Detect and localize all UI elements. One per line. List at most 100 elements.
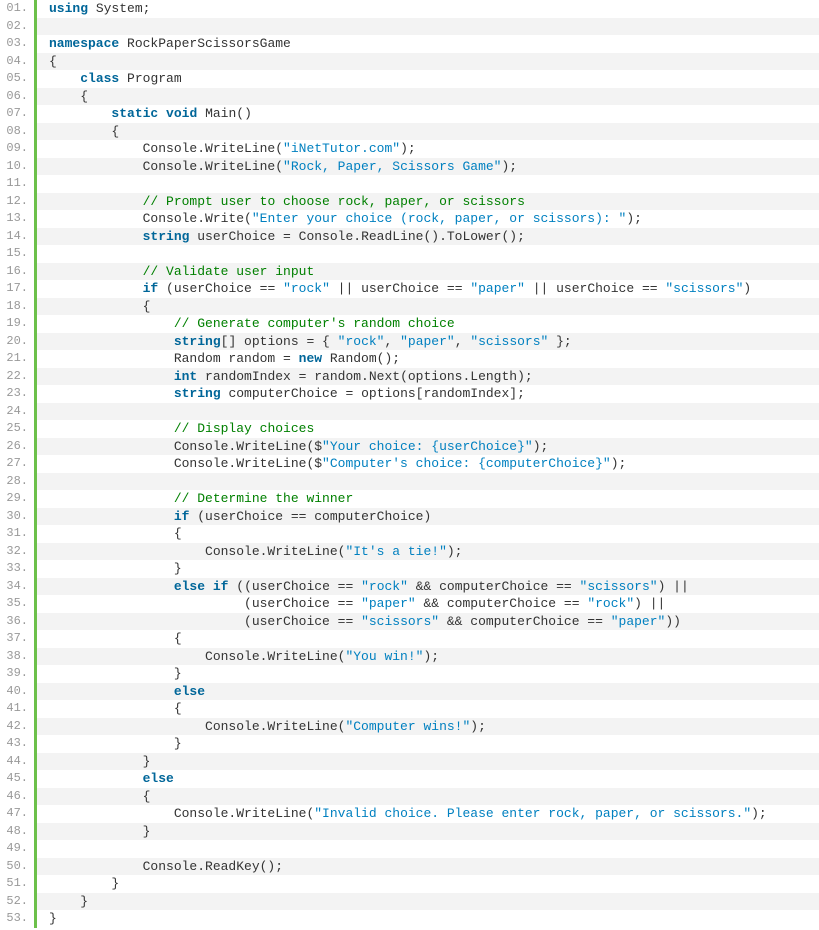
code-line: 18. { [0, 298, 819, 316]
code-content: } [37, 665, 819, 683]
string-token: "scissors" [470, 334, 548, 349]
text-token: randomIndex = random.Next(options.Length… [197, 369, 532, 384]
line-number: 32. [0, 543, 34, 561]
code-line: 21. Random random = new Random(); [0, 350, 819, 368]
text-token: ); [447, 544, 463, 559]
code-line: 44. } [0, 753, 819, 771]
code-content [37, 18, 819, 36]
text-token: (userChoice == computerChoice) [189, 509, 431, 524]
code-line: 36. (userChoice == "scissors" && compute… [0, 613, 819, 631]
text-token [49, 106, 111, 121]
code-content: using System; [37, 0, 819, 18]
code-content: Console.ReadKey(); [37, 858, 819, 876]
line-number: 07. [0, 105, 34, 123]
code-content: } [37, 560, 819, 578]
code-content: { [37, 788, 819, 806]
text-token: Console.WriteLine($ [49, 456, 322, 471]
text-token: ); [400, 141, 416, 156]
line-number: 30. [0, 508, 34, 526]
code-line: 34. else if ((userChoice == "rock" && co… [0, 578, 819, 596]
code-line: 53.} [0, 910, 819, 928]
code-line: 51. } [0, 875, 819, 893]
code-content: { [37, 53, 819, 71]
code-content: else [37, 683, 819, 701]
code-line: 26. Console.WriteLine($"Your choice: {us… [0, 438, 819, 456]
code-content: else if ((userChoice == "rock" && comput… [37, 578, 819, 596]
text-token: Console.Write( [49, 211, 252, 226]
code-line: 29. // Determine the winner [0, 490, 819, 508]
text-token: }; [548, 334, 571, 349]
code-line: 15. [0, 245, 819, 263]
code-content: Random random = new Random(); [37, 350, 819, 368]
code-line: 06. { [0, 88, 819, 106]
comment-token: // Prompt user to choose rock, paper, or… [143, 194, 525, 209]
line-number: 24. [0, 403, 34, 421]
line-number: 43. [0, 735, 34, 753]
text-token: ); [533, 439, 549, 454]
text-token: Console.WriteLine( [49, 806, 314, 821]
text-token: Random random = [49, 351, 299, 366]
text-token: } [49, 666, 182, 681]
text-token: [] options = { [221, 334, 338, 349]
text-token: Console.WriteLine( [49, 544, 345, 559]
keyword-token: else [143, 771, 174, 786]
comment-token: // Validate user input [143, 264, 315, 279]
keyword-token: new [299, 351, 322, 366]
code-content: { [37, 298, 819, 316]
keyword-token: using [49, 1, 88, 16]
text-token [49, 369, 174, 384]
line-number: 42. [0, 718, 34, 736]
line-number: 44. [0, 753, 34, 771]
text-token [49, 509, 174, 524]
string-token: "iNetTutor.com" [283, 141, 400, 156]
line-number: 47. [0, 805, 34, 823]
code-line: 40. else [0, 683, 819, 701]
code-line: 22. int randomIndex = random.Next(option… [0, 368, 819, 386]
text-token: ) || [634, 596, 665, 611]
text-token: { [49, 54, 57, 69]
code-line: 10. Console.WriteLine("Rock, Paper, Scis… [0, 158, 819, 176]
code-content: Console.WriteLine($"Your choice: {userCh… [37, 438, 819, 456]
string-token: "paper" [611, 614, 666, 629]
code-line: 11. [0, 175, 819, 193]
code-line: 14. string userChoice = Console.ReadLine… [0, 228, 819, 246]
line-number: 15. [0, 245, 34, 263]
keyword-token: int [174, 369, 197, 384]
code-content: (userChoice == "paper" && computerChoice… [37, 595, 819, 613]
code-line: 50. Console.ReadKey(); [0, 858, 819, 876]
line-number: 48. [0, 823, 34, 841]
text-token: (userChoice == [49, 614, 361, 629]
keyword-token: string [143, 229, 190, 244]
code-line: 05. class Program [0, 70, 819, 88]
code-content: { [37, 630, 819, 648]
text-token: } [49, 561, 182, 576]
line-number: 26. [0, 438, 34, 456]
string-token: "Your choice: {userChoice}" [322, 439, 533, 454]
text-token: ); [501, 159, 517, 174]
text-token: { [49, 789, 150, 804]
string-token: "rock" [361, 579, 408, 594]
text-token: Program [119, 71, 181, 86]
text-token: ); [751, 806, 767, 821]
text-token [205, 579, 213, 594]
text-token: && computerChoice == [416, 596, 588, 611]
text-token: ); [423, 649, 439, 664]
code-line: 17. if (userChoice == "rock" || userChoi… [0, 280, 819, 298]
code-content: { [37, 700, 819, 718]
string-token: "scissors" [361, 614, 439, 629]
code-line: 01.using System; [0, 0, 819, 18]
code-line: 45. else [0, 770, 819, 788]
text-token: ); [626, 211, 642, 226]
text-token [49, 71, 80, 86]
text-token: (userChoice == [158, 281, 283, 296]
line-number: 40. [0, 683, 34, 701]
code-line: 12. // Prompt user to choose rock, paper… [0, 193, 819, 211]
code-line: 31. { [0, 525, 819, 543]
code-line: 28. [0, 473, 819, 491]
code-line: 49. [0, 840, 819, 858]
code-line: 20. string[] options = { "rock", "paper"… [0, 333, 819, 351]
line-number: 01. [0, 0, 34, 18]
code-content: } [37, 893, 819, 911]
line-number: 13. [0, 210, 34, 228]
line-number: 12. [0, 193, 34, 211]
